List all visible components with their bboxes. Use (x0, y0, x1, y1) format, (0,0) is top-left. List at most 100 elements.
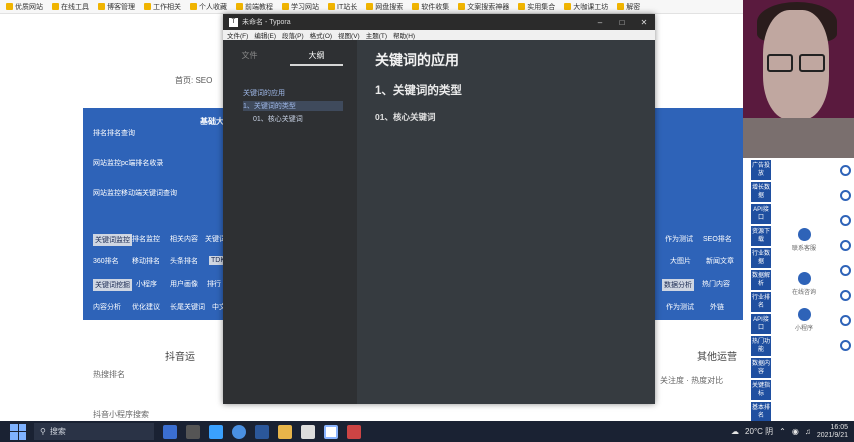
menu-view[interactable]: 视图(V) (338, 30, 360, 40)
tool-pill[interactable]: 相关内容 (170, 234, 198, 244)
feature-badge[interactable]: API接口 (751, 314, 771, 334)
douyin-link[interactable]: 抖音小程序搜索 (93, 409, 149, 420)
outline-item-h2[interactable]: 1、关键词的类型 (243, 101, 343, 111)
tool-pill[interactable]: SEO排名 (703, 234, 732, 244)
feature-badge[interactable]: 关键指标 (751, 380, 771, 400)
edge-icon[interactable] (232, 424, 246, 439)
feature-badge[interactable]: 基本排名 (751, 402, 771, 422)
tool-pill[interactable]: 移动排名 (132, 256, 160, 266)
circle-icon[interactable] (840, 315, 851, 326)
tool-pill[interactable]: 小程序 (136, 279, 157, 289)
bookmark-item[interactable]: IT站长 (328, 2, 357, 12)
outline-item-h1[interactable]: 关键词的应用 (243, 88, 285, 98)
breadcrumb[interactable]: 首页: SEO (175, 75, 212, 86)
circle-icon[interactable] (840, 190, 851, 201)
app-icon[interactable] (347, 424, 361, 439)
tool-pill[interactable]: 头条排名 (170, 256, 198, 266)
circle-icon[interactable] (840, 240, 851, 251)
circle-icon[interactable] (840, 290, 851, 301)
bookmark-item[interactable]: 大咖课工坊 (564, 2, 608, 12)
bookmark-item[interactable]: 在线工具 (52, 2, 89, 12)
clock[interactable]: 16:05 2021/9/21 (817, 424, 848, 440)
other-link[interactable]: 关注度 · 热度对比 (660, 375, 723, 386)
menu-edit[interactable]: 编辑(E) (254, 30, 276, 40)
typora-taskbar-icon[interactable] (324, 424, 338, 439)
panel-line[interactable]: 排名排名查询 (93, 128, 135, 138)
bookmark-item[interactable]: 个人收藏 (190, 2, 227, 12)
tool-pill[interactable]: 数据分析 (662, 279, 694, 291)
doc-heading-1[interactable]: 关键词的应用 (375, 50, 459, 70)
menu-paragraph[interactable]: 段落(P) (282, 30, 304, 40)
tool-pill[interactable]: 热门内容 (702, 279, 730, 289)
network-icon[interactable]: ◉ (792, 427, 799, 436)
menu-theme[interactable]: 主题(T) (366, 30, 387, 40)
browser-icon[interactable] (209, 424, 223, 439)
consult-tool[interactable]: 在线咨询 (786, 272, 822, 296)
tab-files[interactable]: 文件 (223, 50, 276, 66)
tool-pill[interactable]: 360排名 (93, 256, 119, 266)
circle-icon[interactable] (840, 165, 851, 176)
bookmark-item[interactable]: 学习网站 (282, 2, 319, 12)
feature-badge[interactable]: 数据解析 (751, 270, 771, 290)
weather-icon[interactable]: ☁ (731, 427, 739, 436)
tab-outline[interactable]: 大纲 (290, 50, 343, 66)
minimize-icon[interactable]: – (589, 18, 611, 27)
bookmark-item[interactable]: 实用集合 (518, 2, 555, 12)
menu-file[interactable]: 文件(F) (227, 30, 248, 40)
doc-heading-2[interactable]: 1、关键词的类型 (375, 82, 462, 98)
tool-pill[interactable]: 大图片 (670, 256, 691, 266)
feature-badge[interactable]: 资源下载 (751, 226, 771, 246)
tool-pill[interactable]: 排名监控 (132, 234, 160, 244)
miniapp-tool[interactable]: 小程序 (786, 308, 822, 332)
tool-pill[interactable]: 用户画像 (170, 279, 198, 289)
circle-icon[interactable] (840, 340, 851, 351)
tool-pill[interactable]: 外链 (710, 302, 724, 312)
feature-badge[interactable]: 行业数据 (751, 248, 771, 268)
panel-line[interactable]: 网站监控移动端关键词查询 (93, 188, 177, 198)
menu-format[interactable]: 格式(O) (310, 30, 332, 40)
tool-pill[interactable]: 排行 (207, 279, 221, 289)
contact-tool[interactable]: 联系客服 (786, 228, 822, 252)
douyin-link[interactable]: 热搜排名 (93, 369, 125, 380)
bookmark-item[interactable]: 软件收集 (412, 2, 449, 12)
bookmark-item[interactable]: 前端教程 (236, 2, 273, 12)
tool-pill[interactable]: 作为测试 (666, 302, 694, 312)
bookmark-item[interactable]: 网盘搜索 (366, 2, 403, 12)
maximize-icon[interactable]: □ (611, 18, 633, 27)
panel-line[interactable]: 网站监控pc端排名收录 (93, 158, 163, 168)
taskbar-search[interactable]: ⚲ 搜索 (34, 423, 154, 440)
bookmark-item[interactable]: 文案搜索神器 (458, 2, 509, 12)
menu-help[interactable]: 帮助(H) (393, 30, 415, 40)
weather-text[interactable]: 20°C 阴 (745, 426, 773, 437)
feature-badge[interactable]: 广告投放 (751, 160, 771, 180)
chevron-up-icon[interactable]: ⌃ (779, 427, 786, 436)
feature-badge[interactable]: 热门功能 (751, 336, 771, 356)
word-icon[interactable] (255, 424, 269, 439)
editor-area[interactable]: 关键词的应用 1、关键词的类型 01、核心关键词 (357, 40, 655, 404)
bookmark-item[interactable]: 解密 (617, 2, 640, 12)
app-icon[interactable] (301, 424, 315, 439)
feature-badge[interactable]: 数据内容 (751, 358, 771, 378)
close-icon[interactable]: ✕ (633, 18, 655, 27)
outline-item-h3[interactable]: 01、核心关键词 (253, 114, 303, 124)
feature-badge[interactable]: API接口 (751, 204, 771, 224)
tool-pill[interactable]: 内容分析 (93, 302, 121, 312)
tool-pill[interactable]: 作为测试 (665, 234, 693, 244)
bookmark-item[interactable]: 优质网站 (6, 2, 43, 12)
title-bar[interactable]: T 未命名 - Typora – □ ✕ (223, 14, 655, 30)
character-app-icon[interactable] (163, 424, 177, 439)
folder-icon[interactable] (278, 424, 292, 439)
bookmark-item[interactable]: 工作相关 (144, 2, 181, 12)
doc-heading-3[interactable]: 01、核心关键词 (375, 111, 435, 123)
circle-icon[interactable] (840, 265, 851, 276)
windows-start-icon[interactable] (10, 423, 26, 440)
tool-pill[interactable]: 优化建议 (132, 302, 160, 312)
task-view-icon[interactable] (186, 424, 200, 439)
bookmark-item[interactable]: 博客管理 (98, 2, 135, 12)
tool-pill[interactable]: 长尾关键词 (170, 302, 205, 312)
tool-pill[interactable]: 关键词监控 (93, 234, 132, 246)
circle-icon[interactable] (840, 215, 851, 226)
tool-pill[interactable]: 关键词挖掘 (93, 279, 132, 291)
feature-badge[interactable]: 增长数据 (751, 182, 771, 202)
feature-badge[interactable]: 行业排名 (751, 292, 771, 312)
